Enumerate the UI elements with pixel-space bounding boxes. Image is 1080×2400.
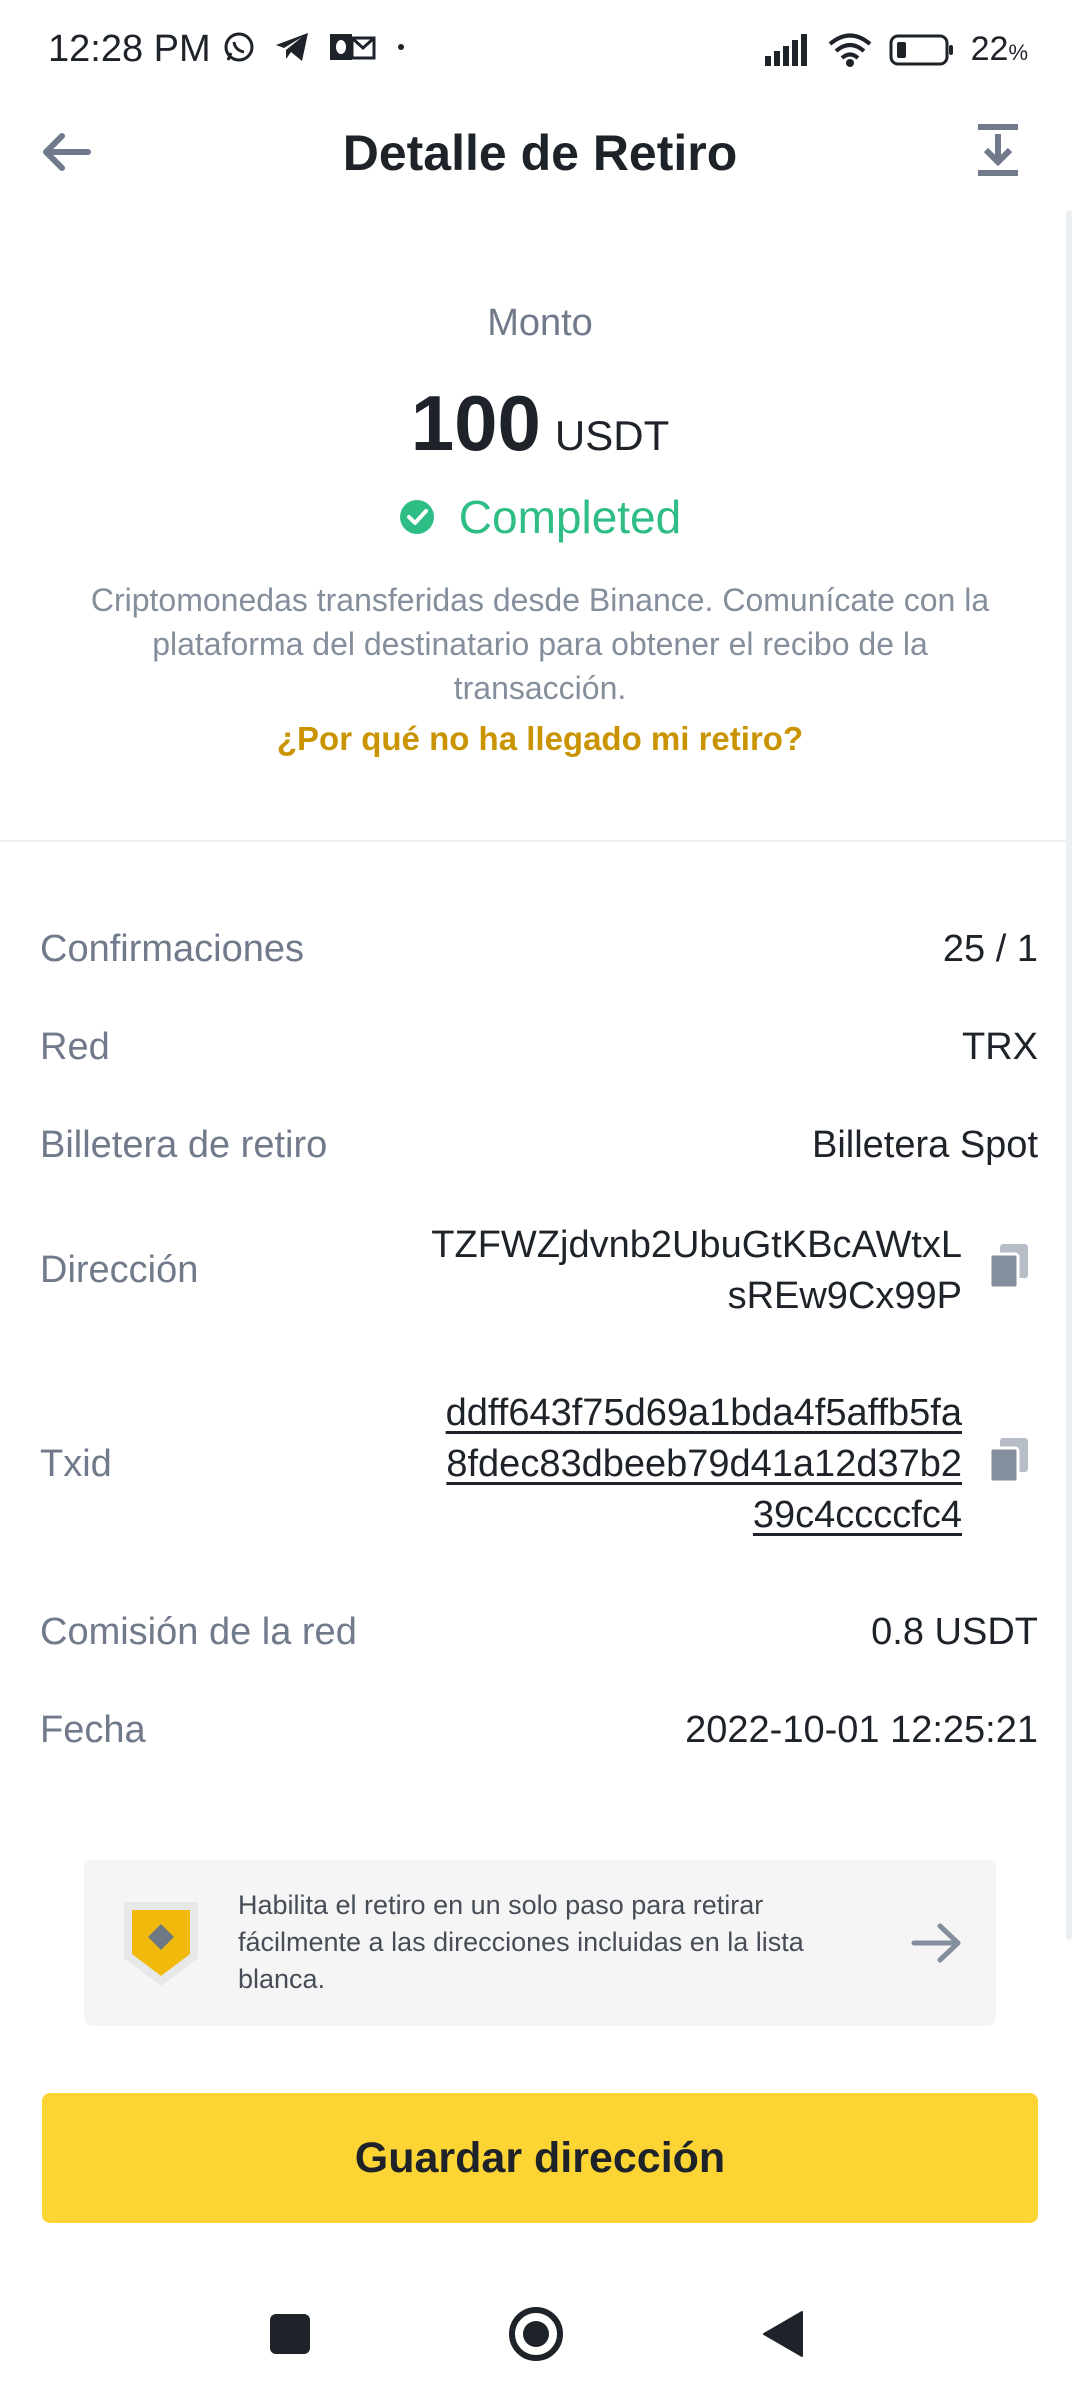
txid-value[interactable]: ddff643f75d69a1bda4f5affb5fa 8fdec83dbee… (446, 1388, 962, 1541)
battery-icon (889, 34, 953, 65)
divider (0, 840, 1068, 842)
fee-value: 0.8 USDT (871, 1611, 1038, 1653)
arrow-right-icon[interactable] (910, 1920, 964, 1966)
description-text: Criptomonedas transferidas desde Binance… (90, 582, 990, 706)
save-address-button[interactable]: Guardar dirección (42, 2093, 1038, 2223)
fee-label: Comisión de la red (40, 1611, 357, 1653)
why-not-arrived-link[interactable]: ¿Por qué no ha llegado mi retiro? (0, 720, 1080, 758)
triangle-back-icon (763, 2311, 803, 2357)
battery-percentage: 22% (970, 30, 1028, 68)
check-circle-icon (399, 500, 434, 534)
address-line-2: sREw9Cx99P (727, 1275, 962, 1317)
txid-line-3[interactable]: 39c4ccccfc4 (446, 1490, 962, 1541)
txid-label: Txid (40, 1443, 112, 1485)
status-display: Completed (0, 490, 1080, 544)
date-value: 2022-10-01 12:25:21 (685, 1709, 1038, 1751)
promo-text: Habilita el retiro en un solo paso para … (238, 1890, 804, 1994)
address-value: TZFWZjdvnb2UbuGtKBcAWtxL sREw9Cx99P (431, 1220, 962, 1322)
dot-icon (398, 44, 404, 50)
wallet-value: Billetera Spot (811, 1124, 1038, 1166)
home-circle-icon (509, 2307, 563, 2361)
download-icon (978, 124, 1018, 176)
telegram-icon (276, 33, 308, 61)
outlook-icon (330, 34, 376, 60)
network-label: Red (40, 1026, 110, 1068)
amount-display: 100 USDT (0, 378, 1080, 469)
status-time: 12:28 PM (48, 28, 211, 70)
address-label: Dirección (40, 1249, 199, 1291)
scrollbar[interactable] (1066, 210, 1072, 1940)
network-value: TRX (962, 1026, 1038, 1068)
txid-line-1[interactable]: ddff643f75d69a1bda4f5affb5fa (446, 1388, 962, 1439)
copy-icon (988, 1244, 1028, 1290)
shield-icon (120, 1898, 202, 1990)
whatsapp-icon (224, 32, 254, 62)
wallet-label: Billetera de retiro (40, 1124, 328, 1166)
page-title: Detalle de Retiro (342, 125, 738, 181)
notification-icons (222, 30, 406, 64)
wifi-icon (828, 33, 871, 67)
confirmations-value: 25 / 1 (942, 928, 1038, 970)
amount-label: Monto (487, 302, 593, 344)
txid-line-2[interactable]: 8fdec83dbeeb79d41a12d37b2 (446, 1439, 962, 1490)
system-back-button[interactable] (762, 2310, 804, 2358)
system-status: 22% (764, 30, 1028, 69)
confirmations-label: Confirmaciones (40, 928, 304, 970)
amount-currency: USDT (554, 412, 670, 459)
date-label: Fecha (40, 1709, 146, 1751)
download-button[interactable] (976, 122, 1028, 182)
home-button[interactable] (508, 2306, 564, 2362)
copy-icon (988, 1438, 1028, 1484)
amount-value: 100 (410, 379, 541, 467)
recents-button[interactable] (270, 2314, 310, 2354)
status-badge: Completed (458, 491, 682, 543)
copy-address-button[interactable] (988, 1244, 1030, 1290)
signal-icon (764, 33, 807, 66)
copy-txid-button[interactable] (988, 1438, 1030, 1484)
address-line-1: TZFWZjdvnb2UbuGtKBcAWtxL (431, 1224, 962, 1266)
